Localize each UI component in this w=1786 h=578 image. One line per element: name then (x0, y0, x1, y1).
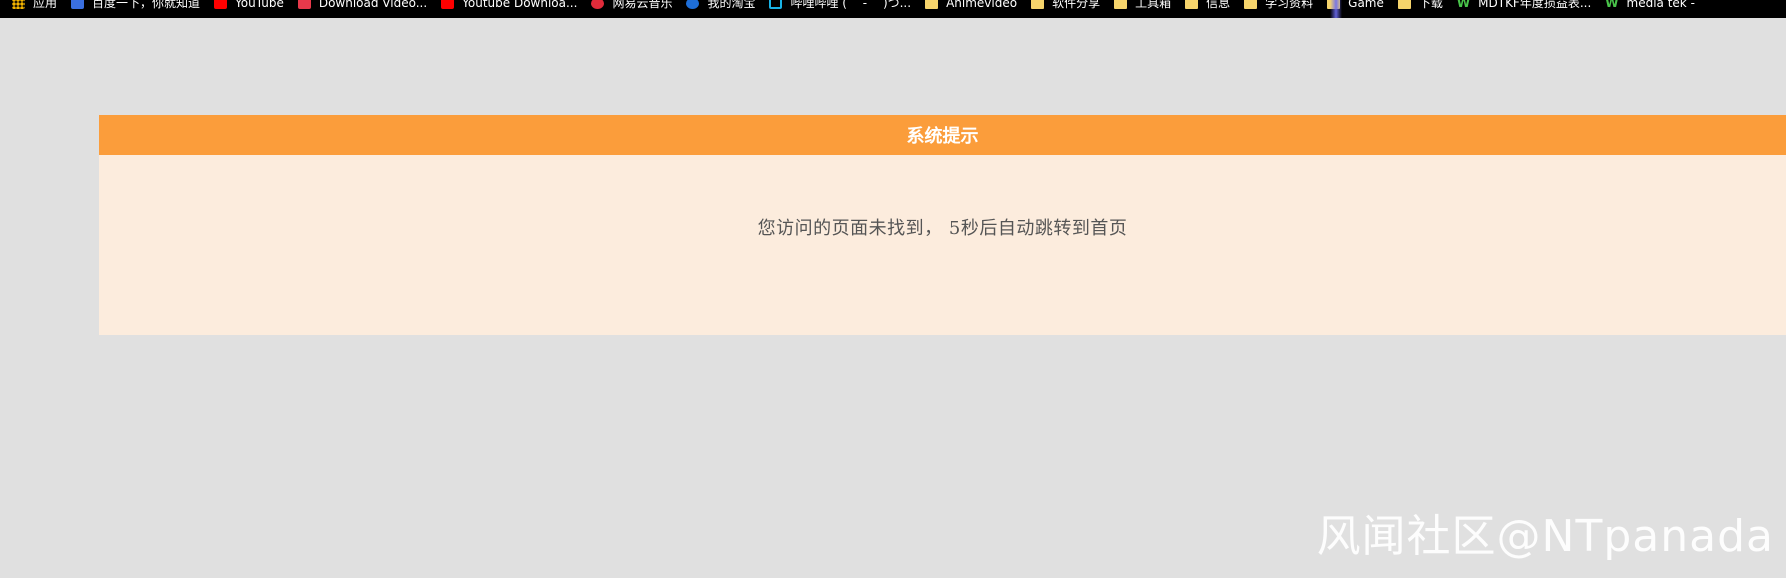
dialog-body: 您访问的页面未找到， 5秒后自动跳转到首页 (99, 155, 1786, 335)
watermark: 风闻社区@NTpanada (1316, 511, 1774, 562)
youtube-icon (214, 0, 228, 9)
netease-icon (591, 0, 605, 9)
bookmark-downloads[interactable]: 下载 (1397, 0, 1443, 12)
download-icon (297, 0, 311, 9)
bookmark-mediatek[interactable]: Wmedia tek - (1605, 0, 1695, 12)
bookmark-baidu[interactable]: 百度一下，你就知道 (71, 0, 200, 12)
screen-glare (1330, 0, 1342, 18)
baidu-icon (71, 0, 85, 9)
bookmark-animevideo[interactable]: Animevideo (925, 0, 1017, 12)
bookmark-youtube[interactable]: YouTube (214, 0, 284, 12)
folder-icon (925, 0, 939, 9)
dialog-header: 系统提示 (99, 115, 1786, 155)
bookmarks-bar: 应用 百度一下，你就知道 YouTube Download Video... Y… (0, 0, 1786, 18)
bookmark-taobao[interactable]: 我的淘宝 (686, 0, 755, 12)
bookmark-mdtkf[interactable]: W MDTKF年度损益表... (1457, 0, 1591, 12)
bookmark-youtube-downloader[interactable]: Youtube Downloa... (441, 0, 577, 12)
dialog-message: 您访问的页面未找到， 5秒后自动跳转到首页 (757, 218, 1128, 239)
bilibili-icon (769, 0, 783, 9)
dialog-title: 系统提示 (906, 126, 979, 147)
bookmark-study[interactable]: 学习资料 (1244, 0, 1313, 12)
folder-icon (1031, 0, 1045, 9)
bookmark-info[interactable]: 信息 (1185, 0, 1230, 12)
w-icon: W (1456, 0, 1471, 10)
youtube-icon (441, 0, 455, 9)
apps-icon (12, 0, 25, 9)
bookmark-download-video[interactable]: Download Video... (297, 0, 427, 12)
bookmark-toolbox[interactable]: 工具箱 (1114, 0, 1171, 12)
taobao-icon (686, 0, 700, 9)
system-notice-dialog: 系统提示 您访问的页面未找到， 5秒后自动跳转到首页 (99, 115, 1786, 335)
w-icon: W (1605, 0, 1619, 10)
folder-icon (1114, 0, 1128, 9)
bookmark-bilibili[interactable]: 哔哩哔哩 ( ゜- ゜)つ... (769, 0, 911, 12)
bookmark-netease-music[interactable]: 网易云音乐 (591, 0, 672, 12)
folder-icon (1244, 0, 1258, 9)
folder-icon (1185, 0, 1199, 9)
bookmark-software-share[interactable]: 软件分享 (1031, 0, 1100, 12)
folder-icon (1397, 0, 1411, 9)
bookmark-apps[interactable]: 应用 (12, 0, 57, 12)
